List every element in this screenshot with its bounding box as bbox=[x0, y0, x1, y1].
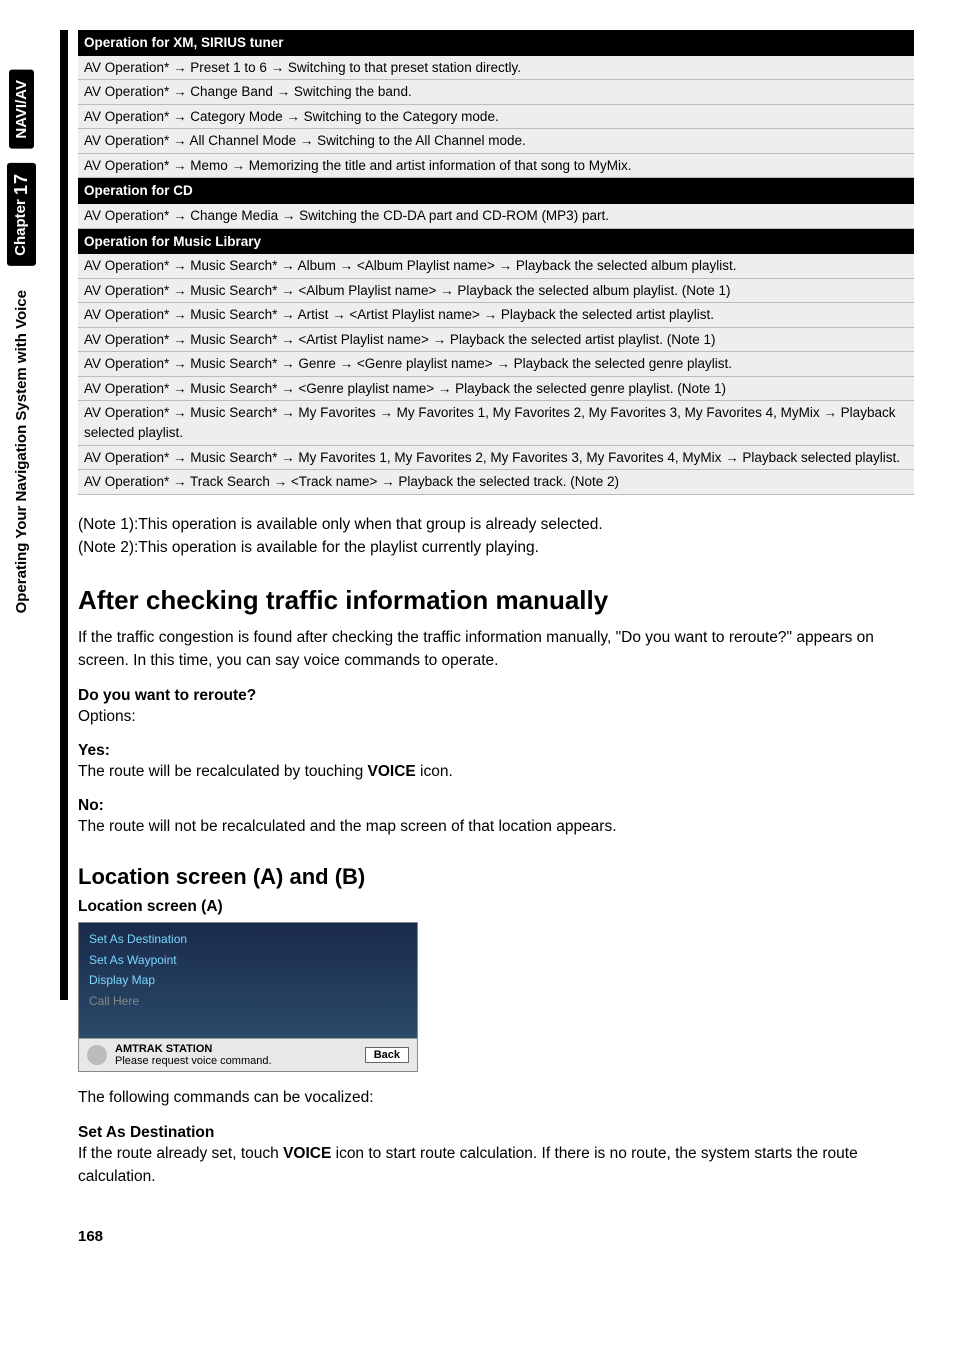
ml-row: AV Operation* → Music Search* → Genre → … bbox=[78, 352, 914, 377]
xm-row: AV Operation* → Change Band → Switching … bbox=[78, 80, 914, 105]
chapter-number: 17 bbox=[11, 173, 31, 195]
cd-row: AV Operation* → Change Media → Switching… bbox=[78, 204, 914, 228]
shot-call-here: Call Here bbox=[89, 991, 407, 1011]
operation-tables: Operation for XM, SIRIUS tuner AV Operat… bbox=[78, 30, 914, 495]
cd-header: Operation for CD bbox=[78, 178, 914, 204]
traffic-intro: If the traffic congestion is found after… bbox=[78, 626, 914, 673]
ml-row: AV Operation* → Music Search* → <Artist … bbox=[78, 327, 914, 352]
note-1: (Note 1):This operation is available onl… bbox=[78, 513, 914, 536]
ml-row: AV Operation* → Music Search* → My Favor… bbox=[78, 401, 914, 445]
yes-text-a: The route will be recalculated by touchi… bbox=[78, 763, 368, 780]
shot-display-map: Display Map bbox=[89, 970, 407, 990]
page-number: 168 bbox=[78, 1228, 914, 1245]
dest-text-a: If the route already set, touch bbox=[78, 1145, 283, 1162]
shot-back-button: Back bbox=[365, 1047, 409, 1063]
location-screenshot: Set As Destination Set As Waypoint Displ… bbox=[78, 922, 418, 1072]
ml-row: AV Operation* → Music Search* → My Favor… bbox=[78, 445, 914, 470]
reroute-question: Do you want to reroute? bbox=[78, 687, 914, 705]
set-destination-text: If the route already set, touch VOICE ic… bbox=[78, 1142, 914, 1189]
tab-navi-av: NAVI/AV bbox=[9, 70, 34, 149]
chapter-label: Chapter bbox=[12, 199, 29, 256]
voice-keyword: VOICE bbox=[283, 1145, 331, 1162]
tab-operating-voice: Operating Your Navigation System with Vo… bbox=[9, 280, 34, 623]
yes-text: The route will be recalculated by touchi… bbox=[78, 760, 914, 783]
ml-row: AV Operation* → Music Search* → <Album P… bbox=[78, 278, 914, 303]
no-text: The route will not be recalculated and t… bbox=[78, 815, 914, 838]
ml-row: AV Operation* → Track Search → <Track na… bbox=[78, 470, 914, 495]
reroute-options-label: Options: bbox=[78, 705, 914, 728]
xm-row: AV Operation* → Preset 1 to 6 → Switchin… bbox=[78, 56, 914, 80]
no-label: No: bbox=[78, 797, 914, 815]
shot-station-block: AMTRAK STATION Please request voice comm… bbox=[115, 1043, 272, 1067]
ml-row: AV Operation* → Music Search* → Artist →… bbox=[78, 303, 914, 328]
shot-station-name: AMTRAK STATION bbox=[115, 1043, 272, 1055]
following-commands: The following commands can be vocalized: bbox=[78, 1086, 914, 1109]
ml-row: AV Operation* → Music Search* → Album → … bbox=[78, 254, 914, 278]
xm-header: Operation for XM, SIRIUS tuner bbox=[78, 30, 914, 56]
yes-label: Yes: bbox=[78, 742, 914, 760]
location-heading: Location screen (A) and (B) bbox=[78, 864, 914, 890]
set-destination-label: Set As Destination bbox=[78, 1124, 914, 1142]
note-2: (Note 2):This operation is available for… bbox=[78, 536, 914, 559]
shot-set-waypoint: Set As Waypoint bbox=[89, 950, 407, 970]
xm-row: AV Operation* → Category Mode → Switchin… bbox=[78, 104, 914, 129]
voice-keyword: VOICE bbox=[368, 763, 416, 780]
ml-header: Operation for Music Library bbox=[78, 228, 914, 254]
margin-strip bbox=[60, 30, 68, 1000]
xm-row: AV Operation* → All Channel Mode → Switc… bbox=[78, 129, 914, 154]
yes-text-c: icon. bbox=[416, 763, 453, 780]
xm-row: AV Operation* → Memo → Memorizing the ti… bbox=[78, 153, 914, 178]
notes-block: (Note 1):This operation is available onl… bbox=[78, 513, 914, 560]
shot-hint: Please request voice command. bbox=[115, 1055, 272, 1067]
mic-icon bbox=[87, 1045, 107, 1065]
location-sub: Location screen (A) bbox=[78, 898, 914, 916]
tab-chapter: Chapter 17 bbox=[7, 163, 36, 266]
shot-set-destination: Set As Destination bbox=[89, 929, 407, 949]
ml-row: AV Operation* → Music Search* → <Genre p… bbox=[78, 376, 914, 401]
side-tabs: NAVI/AV Chapter 17 Operating Your Naviga… bbox=[0, 0, 42, 1300]
traffic-heading: After checking traffic information manua… bbox=[78, 585, 914, 616]
